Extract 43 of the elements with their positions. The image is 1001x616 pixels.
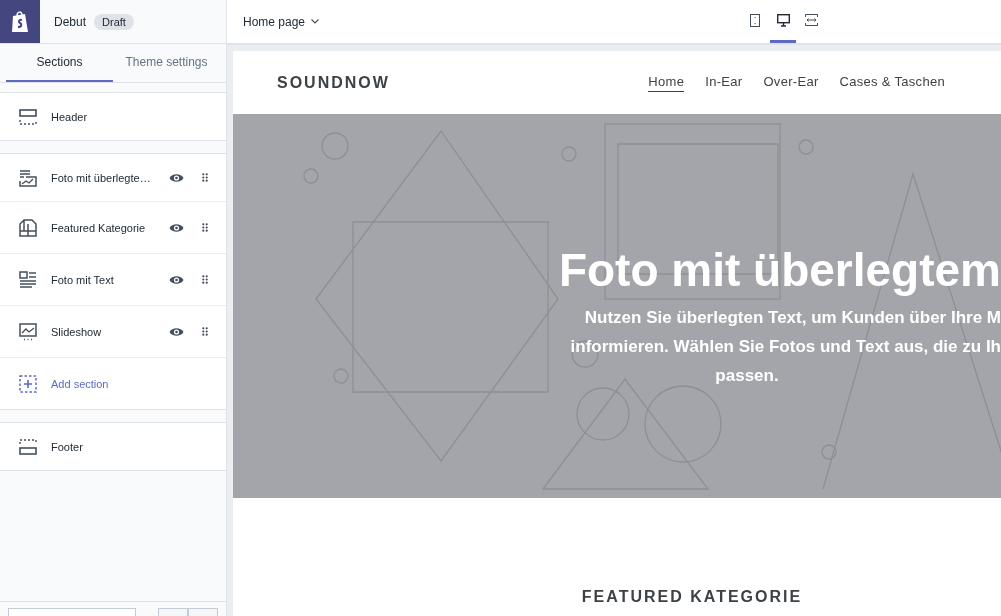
footer-layout-icon — [19, 438, 37, 455]
theme-name: Debut — [54, 14, 87, 29]
slideshow-icon — [19, 322, 37, 341]
section-label: Slideshow — [51, 325, 103, 338]
drag-handle-icon[interactable] — [202, 173, 208, 182]
hero-title: Foto mit überlegtem — [558, 242, 1001, 297]
book-icon — [19, 218, 37, 237]
expand-width-icon — [805, 14, 818, 26]
section-label: Featured Kategorie — [51, 221, 147, 234]
eye-icon[interactable] — [169, 274, 184, 285]
drag-handle-icon[interactable] — [202, 327, 208, 336]
image-text-icon — [19, 271, 37, 288]
status-badge: Draft — [94, 13, 134, 30]
section-label: Footer — [51, 440, 83, 453]
section-label: Header — [51, 110, 88, 123]
store-logo[interactable]: SOUNDNOW — [277, 73, 390, 92]
image-overlay-icon — [19, 168, 37, 187]
sidebar-tab[interactable]: Theme settings — [113, 44, 220, 82]
page-selector[interactable]: Home page — [237, 13, 326, 30]
hero-text-line: Nutzen Sie überlegten Text, um Kunden über Ihre M — [584, 306, 1001, 329]
monitor-icon — [776, 13, 790, 27]
nav-link[interactable]: In-Ear — [705, 73, 743, 92]
nav-link[interactable]: Home — [648, 73, 685, 92]
input-field[interactable] — [8, 608, 136, 616]
sidebar-tab[interactable]: Sections — [6, 44, 113, 82]
add-icon — [19, 374, 37, 393]
add-section-label: Add section — [51, 377, 109, 390]
chevron-down-icon — [311, 19, 320, 24]
drag-handle-icon[interactable] — [202, 275, 208, 284]
drag-handle-icon[interactable] — [202, 223, 208, 232]
store-logo-icon[interactable] — [0, 0, 40, 43]
eye-icon[interactable] — [169, 172, 184, 183]
eye-icon[interactable] — [169, 222, 184, 233]
section-label: Foto mit überlegte… — [51, 171, 152, 184]
header-layout-icon — [19, 108, 37, 125]
hero-text-line: passen. — [715, 364, 779, 387]
eye-icon[interactable] — [169, 326, 184, 337]
phone-icon — [749, 13, 760, 27]
section-heading: FEATURED KATEGORIE — [581, 588, 803, 606]
section-label: Foto mit Text — [51, 273, 115, 286]
hero-text-line: informieren. Wählen Sie Fotos und Text aus, die zu Ih — [570, 335, 1001, 358]
nav-link[interactable]: Over-Ear — [763, 73, 819, 92]
nav-link[interactable]: Cases & Taschen — [839, 73, 945, 92]
